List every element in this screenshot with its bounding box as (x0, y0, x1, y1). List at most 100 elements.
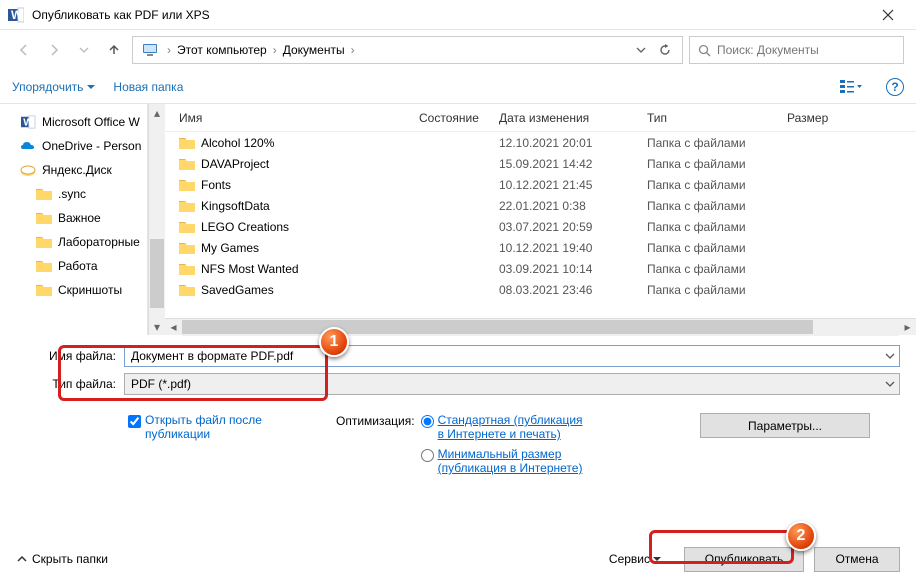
view-options-button[interactable] (834, 79, 868, 95)
sidebar: W Microsoft Office W OneDrive - Person Янде… (0, 104, 148, 335)
chevron-down-icon[interactable] (885, 379, 895, 389)
sidebar-item[interactable]: Работа (0, 254, 147, 278)
nav-up-button[interactable] (102, 38, 126, 62)
save-form: Имя файла: Тип файла: PDF (*.pdf) (0, 335, 916, 409)
scroll-down-icon[interactable]: ▾ (149, 318, 165, 335)
toolbar: Упорядочить Новая папка ? (0, 70, 916, 104)
search-input[interactable]: Поиск: Документы (689, 36, 904, 64)
file-name: LEGO Creations (201, 220, 289, 234)
window-title: Опубликовать как PDF или XPS (32, 8, 868, 22)
chevron-down-icon[interactable] (885, 351, 895, 361)
breadcrumb-documents[interactable]: Документы (281, 43, 347, 57)
tools-button[interactable]: Сервис (609, 552, 662, 566)
sidebar-item[interactable]: Важное (0, 206, 147, 230)
new-folder-button[interactable]: Новая папка (113, 80, 183, 94)
close-button[interactable] (868, 0, 908, 30)
sidebar-scrollbar[interactable]: ▴ ▾ (148, 104, 165, 335)
file-date: 03.07.2021 20:59 (499, 220, 647, 234)
file-row[interactable]: Alcohol 120% 12.10.2021 20:01Папка с файл… (165, 132, 916, 153)
file-date: 12.10.2021 20:01 (499, 136, 647, 150)
file-type: Папка с файлами (647, 283, 787, 297)
file-row[interactable]: LEGO Creations 03.07.2021 20:59Папка с фа… (165, 216, 916, 237)
scroll-up-icon[interactable]: ▴ (149, 104, 165, 121)
filename-label: Имя файла: (16, 349, 124, 363)
search-icon (698, 44, 711, 57)
sidebar-item[interactable]: Яндекс.Диск (0, 158, 147, 182)
file-date: 15.09.2021 14:42 (499, 157, 647, 171)
breadcrumb-pc[interactable]: Этот компьютер (175, 43, 269, 57)
nav-forward-button[interactable] (42, 38, 66, 62)
scroll-left-icon[interactable]: ◂ (165, 319, 182, 336)
file-name: NFS Most Wanted (201, 262, 299, 276)
sidebar-item[interactable]: OneDrive - Person (0, 134, 147, 158)
cancel-button[interactable]: Отмена (814, 547, 900, 572)
chevron-right-icon: › (163, 43, 175, 57)
file-row[interactable]: KingsoftData 22.01.2021 0:38Папка с файла… (165, 195, 916, 216)
filename-input[interactable] (124, 345, 900, 367)
chevron-right-icon: › (269, 43, 281, 57)
col-name[interactable]: Имя (179, 111, 419, 125)
scroll-right-icon[interactable]: ▸ (899, 319, 916, 336)
file-type: Папка с файлами (647, 199, 787, 213)
sidebar-item[interactable]: .sync (0, 182, 147, 206)
file-name: Alcohol 120% (201, 136, 274, 150)
col-state[interactable]: Состояние (419, 111, 499, 125)
address-history-button[interactable] (630, 45, 652, 55)
file-name: KingsoftData (201, 199, 270, 213)
sidebar-item-label: .sync (58, 187, 86, 201)
dialog-footer: Скрыть папки Сервис Опубликовать Отмена (0, 536, 916, 582)
list-scrollbar-h[interactable]: ◂ ▸ (165, 318, 916, 335)
nav-back-button[interactable] (12, 38, 36, 62)
word-icon: W (8, 7, 24, 23)
svg-text:W: W (23, 117, 33, 129)
file-row[interactable]: SavedGames 08.03.2021 23:46Папка с файлам… (165, 279, 916, 300)
file-name: Fonts (201, 178, 231, 192)
filetype-label: Тип файла: (16, 377, 124, 391)
nav-bar: › Этот компьютер › Документы › Поиск: До… (0, 30, 916, 70)
refresh-button[interactable] (652, 43, 678, 57)
file-row[interactable]: DAVAProject15.09.2021 14:42Папка с файла… (165, 153, 916, 174)
nav-recent-button[interactable] (72, 38, 96, 62)
file-date: 10.12.2021 21:45 (499, 178, 647, 192)
column-headers: Имя Состояние Дата изменения Тип Размер (165, 104, 916, 132)
svg-text:W: W (11, 8, 23, 22)
sidebar-item[interactable]: Лабораторные (0, 230, 147, 254)
sidebar-item-label: Скриншоты (58, 283, 122, 297)
col-size[interactable]: Размер (787, 111, 847, 125)
file-type: Папка с файлами (647, 157, 787, 171)
sidebar-item-label: Работа (58, 259, 98, 273)
file-date: 22.01.2021 0:38 (499, 199, 647, 213)
open-after-checkbox[interactable]: Открыть файл после публикации (128, 413, 316, 441)
address-bar[interactable]: › Этот компьютер › Документы › (132, 36, 683, 64)
col-date[interactable]: Дата изменения (499, 111, 647, 125)
file-name: My Games (201, 241, 259, 255)
organize-button[interactable]: Упорядочить (12, 80, 95, 94)
file-date: 08.03.2021 23:46 (499, 283, 647, 297)
annotation-badge-1: 1 (319, 327, 349, 357)
sidebar-item-label: Microsoft Office W (42, 115, 140, 129)
file-row[interactable]: Fonts10.12.2021 21:45Папка с файлами (165, 174, 916, 195)
sidebar-item-label: Важное (58, 211, 101, 225)
sidebar-item-label: OneDrive - Person (42, 139, 141, 153)
sidebar-item[interactable]: W Microsoft Office W (0, 110, 147, 134)
sidebar-item-label: Яндекс.Диск (42, 163, 112, 177)
annotation-badge-2: 2 (786, 521, 816, 551)
file-browser: W Microsoft Office W OneDrive - Person Янде… (0, 104, 916, 335)
parameters-button[interactable]: Параметры... (700, 413, 870, 438)
publish-button[interactable]: Опубликовать (684, 547, 804, 572)
optimize-minimal-radio[interactable]: Минимальный размер (публикация в Интерне… (421, 447, 588, 475)
help-button[interactable]: ? (886, 78, 904, 96)
filetype-select[interactable]: PDF (*.pdf) (124, 373, 900, 395)
file-row[interactable]: My Games10.12.2021 19:40Папка с файлами (165, 237, 916, 258)
file-type: Папка с файлами (647, 136, 787, 150)
sidebar-item[interactable]: Скриншоты (0, 278, 147, 302)
hide-folders-button[interactable]: Скрыть папки (16, 552, 108, 566)
file-type: Папка с файлами (647, 262, 787, 276)
file-name: SavedGames (201, 283, 274, 297)
file-type: Папка с файлами (647, 220, 787, 234)
file-row[interactable]: NFS Most Wanted03.09.2021 10:14Папка с ф… (165, 258, 916, 279)
title-bar: W Опубликовать как PDF или XPS (0, 0, 916, 30)
col-type[interactable]: Тип (647, 111, 787, 125)
optimize-standard-radio[interactable]: Стандартная (публикация в Интернете и пе… (421, 413, 588, 441)
optimize-label: Оптимизация: (336, 413, 415, 475)
